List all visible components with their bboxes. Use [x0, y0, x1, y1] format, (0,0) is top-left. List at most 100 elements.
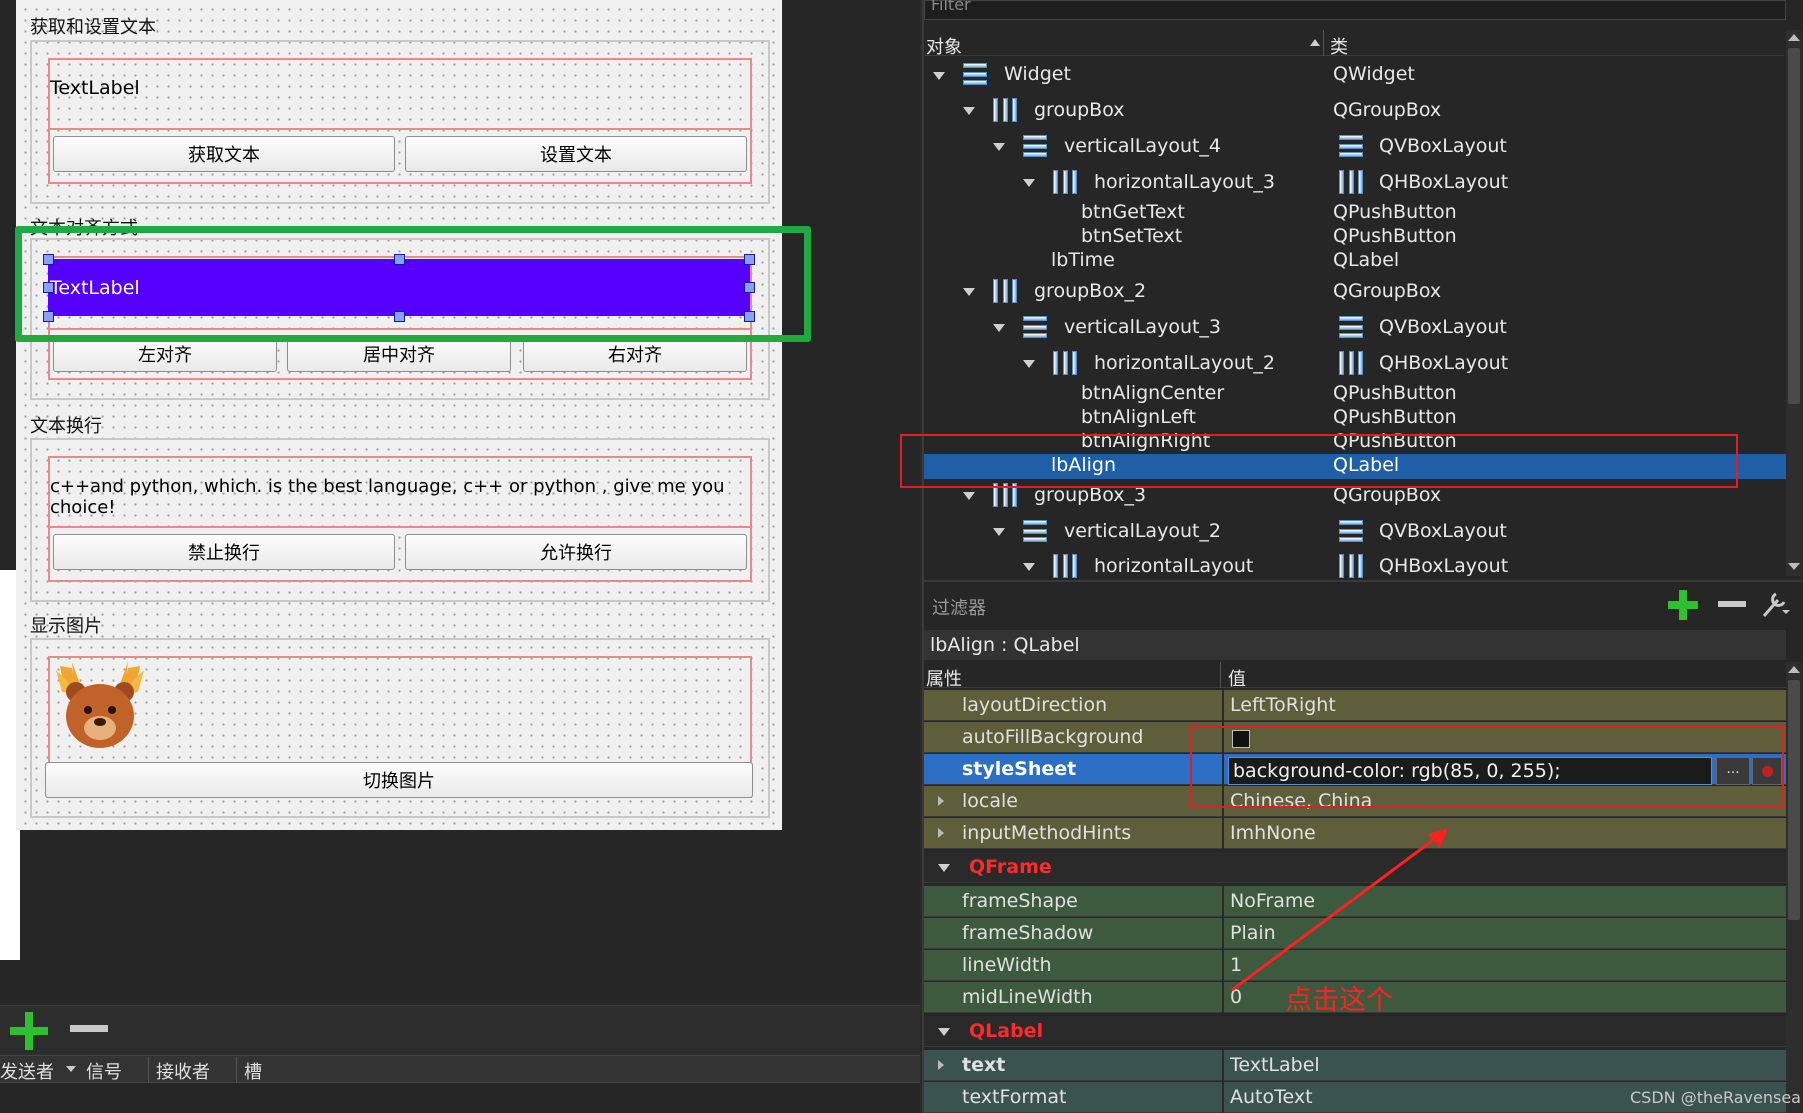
expand-arrow-icon[interactable] — [963, 288, 975, 296]
vbox-layout-icon — [1023, 135, 1047, 157]
allow-wrap-button[interactable]: 允许换行 — [405, 534, 747, 570]
property-value[interactable]: AutoText — [1230, 1086, 1313, 1108]
expand-arrow-icon[interactable] — [993, 324, 1005, 332]
column-slot[interactable]: 槽 — [244, 1058, 262, 1084]
wrench-icon[interactable] — [1760, 588, 1790, 620]
column-property[interactable]: 属性 — [926, 665, 962, 691]
tree-item-class: QHBoxLayout — [1379, 555, 1509, 577]
column-sender[interactable]: 发送者 — [0, 1058, 54, 1084]
property-key: styleSheet — [962, 758, 1077, 780]
expand-arrow-icon[interactable] — [1023, 360, 1035, 368]
tree-item-groupbox[interactable]: groupBox — [1034, 99, 1125, 123]
annotation-arrow — [1231, 828, 1448, 992]
property-row[interactable]: layoutDirection LeftToRight — [924, 690, 1786, 721]
hbox-layout-icon — [1339, 351, 1363, 375]
add-dynamic-property-plus-icon[interactable] — [1668, 590, 1698, 620]
groupbox-title: 显示图片 — [30, 616, 102, 637]
column-signal[interactable]: 信号 — [86, 1058, 122, 1084]
hbox-layout-icon — [1339, 170, 1363, 194]
collapse-arrow-icon[interactable] — [938, 1028, 950, 1036]
sort-arrow-icon — [66, 1066, 76, 1072]
column-divider — [236, 1057, 237, 1083]
property-filter-placeholder: 过滤器 — [932, 598, 986, 619]
tree-item-verticallayout3[interactable]: verticalLayout_3 — [1064, 316, 1221, 340]
groupbox-layout-icon — [993, 279, 1017, 303]
property-row[interactable]: text TextLabel — [924, 1050, 1786, 1081]
annotation-text: 点击这个 — [1285, 985, 1393, 1016]
bear-moose-icon[interactable] — [50, 660, 150, 752]
annotation-red-box — [900, 434, 1738, 488]
hbox-layout-icon — [1339, 554, 1363, 578]
tree-item-horizontallayout[interactable]: horizontalLayout — [1094, 555, 1253, 579]
expand-arrow-icon[interactable] — [993, 528, 1005, 536]
get-text-button[interactable]: 获取文本 — [53, 136, 395, 172]
property-filter-input[interactable] — [924, 584, 1584, 626]
tree-item-btngettext[interactable]: btnGetText — [1081, 201, 1185, 225]
expand-arrow-icon[interactable] — [993, 143, 1005, 151]
property-key: layoutDirection — [962, 694, 1108, 716]
property-key: locale — [962, 790, 1018, 812]
lbtime-label[interactable]: TextLabel — [50, 77, 140, 99]
switch-image-button[interactable]: 切换图片 — [45, 762, 753, 798]
tree-item-class: QGroupBox — [1333, 99, 1442, 121]
set-text-button[interactable]: 设置文本 — [405, 136, 747, 172]
property-key: autoFillBackground — [962, 726, 1144, 748]
section-header-qlabel[interactable]: QLabel — [924, 1016, 1786, 1047]
vbox-layout-icon — [1023, 520, 1047, 542]
hbox-layout-icon — [1053, 170, 1077, 194]
expand-arrow-icon[interactable] — [938, 1060, 944, 1070]
remove-property-minus-icon[interactable] — [1718, 601, 1746, 607]
scroll-up-icon[interactable] — [1788, 34, 1800, 41]
property-value[interactable]: LeftToRight — [1230, 694, 1336, 716]
column-class[interactable]: 类 — [1330, 33, 1348, 59]
expand-arrow-icon[interactable] — [938, 828, 944, 838]
wrap-text-label[interactable]: c++and python, which. is the best langua… — [50, 476, 782, 518]
property-key: frameShape — [962, 890, 1078, 912]
tree-item-lbtime[interactable]: lbTime — [1051, 249, 1115, 273]
sort-arrow-icon — [1310, 39, 1320, 46]
property-key: textFormat — [962, 1086, 1067, 1108]
tree-scroll-thumb[interactable] — [1788, 48, 1800, 404]
property-key: inputMethodHints — [962, 822, 1132, 844]
scroll-up-icon[interactable] — [1788, 666, 1800, 673]
tree-item-verticallayout2[interactable]: verticalLayout_2 — [1064, 520, 1221, 544]
property-header — [924, 662, 1786, 688]
highlight-box — [15, 226, 811, 342]
expand-arrow-icon[interactable] — [933, 72, 945, 80]
tree-item-class: QLabel — [1333, 249, 1400, 271]
column-receiver[interactable]: 接收者 — [156, 1058, 210, 1084]
tree-item-btnalignleft[interactable]: btnAlignLeft — [1081, 406, 1196, 430]
no-wrap-button[interactable]: 禁止换行 — [53, 534, 395, 570]
expand-arrow-icon[interactable] — [963, 492, 975, 500]
tree-item-groupbox2[interactable]: groupBox_2 — [1034, 280, 1146, 304]
expand-arrow-icon[interactable] — [963, 107, 975, 115]
collapse-arrow-icon[interactable] — [938, 864, 950, 872]
property-key: midLineWidth — [962, 986, 1093, 1008]
tree-item-horizontallayout3[interactable]: horizontalLayout_3 — [1094, 171, 1275, 195]
property-value[interactable]: TextLabel — [1230, 1054, 1320, 1076]
expand-arrow-icon[interactable] — [1023, 563, 1035, 571]
tree-item-widget[interactable]: Widget — [1004, 63, 1071, 87]
property-key: frameShadow — [962, 922, 1094, 944]
expand-arrow-icon[interactable] — [938, 796, 944, 806]
property-key: text — [962, 1054, 1006, 1076]
column-object[interactable]: 对象 — [926, 33, 962, 59]
tree-item-btnsettext[interactable]: btnSetText — [1081, 225, 1182, 249]
tree-item-class: QWidget — [1333, 63, 1415, 85]
object-filter-input[interactable]: Filter — [924, 0, 1786, 20]
add-connection-plus-icon[interactable] — [10, 1012, 48, 1050]
signal-slot-toolbar — [0, 1005, 920, 1055]
property-key: lineWidth — [962, 954, 1052, 976]
tree-item-class: QVBoxLayout — [1379, 316, 1507, 338]
tree-item-btnaligncenter[interactable]: btnAlignCenter — [1081, 382, 1224, 406]
column-value[interactable]: 值 — [1228, 665, 1246, 691]
widget-form-canvas[interactable]: 获取和设置文本 TextLabel 获取文本 设置文本 文本对齐方式 左对齐 居… — [16, 0, 782, 830]
property-scroll-thumb[interactable] — [1788, 680, 1800, 920]
tree-item-verticallayout4[interactable]: verticalLayout_4 — [1064, 135, 1221, 159]
remove-connection-minus-icon[interactable] — [70, 1025, 108, 1032]
tree-item-horizontallayout2[interactable]: horizontalLayout_2 — [1094, 352, 1275, 376]
tree-item-class: QGroupBox — [1333, 280, 1442, 302]
expand-arrow-icon[interactable] — [1023, 179, 1035, 187]
hbox-layout-icon — [1053, 351, 1077, 375]
scroll-down-icon[interactable] — [1788, 563, 1800, 570]
